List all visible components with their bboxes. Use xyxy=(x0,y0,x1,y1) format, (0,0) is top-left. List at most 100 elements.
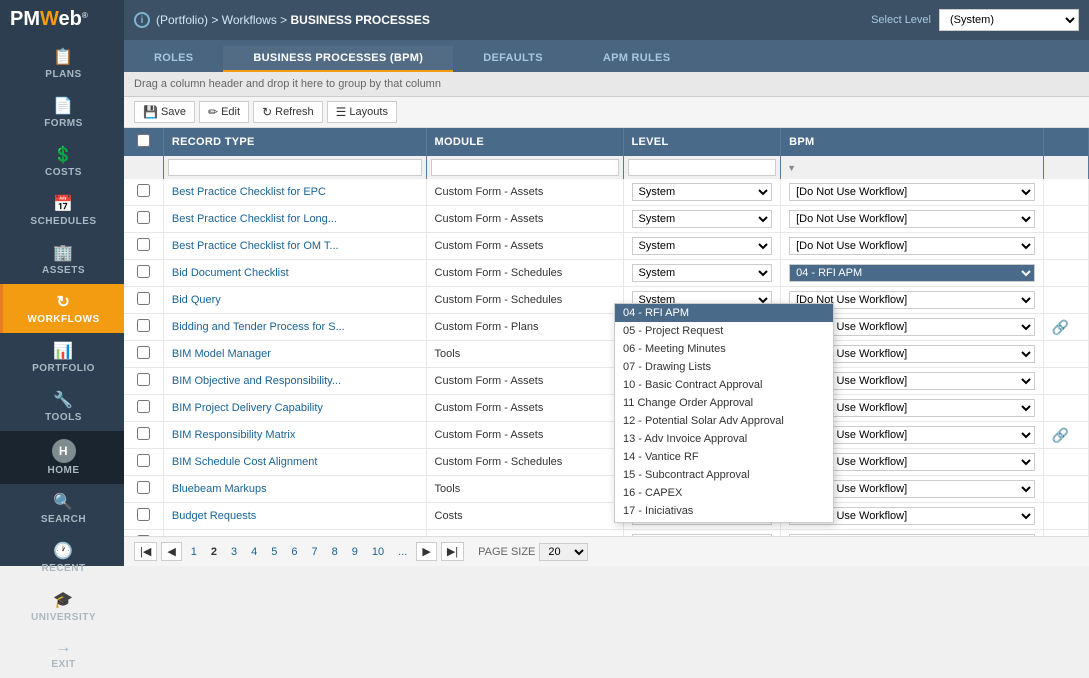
refresh-button[interactable]: ↻ Refresh xyxy=(253,101,323,123)
row-checkbox[interactable] xyxy=(137,508,150,521)
row-checkbox[interactable] xyxy=(137,373,150,386)
row-checkbox[interactable] xyxy=(137,238,150,251)
tab-defaults[interactable]: DEFAULTS xyxy=(453,46,573,72)
bpm-dropdown[interactable]: 04 - RFI APM05 - Project Request06 - Mee… xyxy=(614,303,834,523)
filter-level-input[interactable] xyxy=(628,159,777,176)
pag-page-4[interactable]: 4 xyxy=(246,544,262,560)
dropdown-option[interactable]: 14 - Vantice RF xyxy=(615,448,833,466)
layouts-button[interactable]: ☰ Layouts xyxy=(327,101,397,123)
row-checkbox[interactable] xyxy=(137,481,150,494)
sidebar-item-forms[interactable]: 📄 FORMS xyxy=(0,88,124,137)
row-module: Custom Form - Plans xyxy=(426,314,623,341)
sidebar-item-assets[interactable]: 🏢 ASSETS xyxy=(0,235,124,284)
dropdown-option[interactable]: 15 - Subcontract Approval xyxy=(615,466,833,484)
breadcrumb-sep1: > xyxy=(211,13,221,27)
info-icon[interactable]: i xyxy=(134,12,150,28)
bpm-select-cell[interactable]: [Do Not Use Workflow] xyxy=(789,237,1035,255)
row-checkbox[interactable] xyxy=(137,346,150,359)
dropdown-option[interactable]: 06 - Meeting Minutes xyxy=(615,340,833,358)
record-type-link[interactable]: Best Practice Checklist for Long... xyxy=(172,213,337,225)
pag-page-1[interactable]: 1 xyxy=(186,544,202,560)
record-type-link[interactable]: Best Practice Checklist for EPC xyxy=(172,186,326,198)
row-checkbox[interactable] xyxy=(137,292,150,305)
dropdown-option[interactable]: 17 - Iniciativas xyxy=(615,502,833,520)
dropdown-option[interactable]: 10 - Basic Contract Approval xyxy=(615,376,833,394)
record-type-link[interactable]: Bid Document Checklist xyxy=(172,267,289,279)
pag-page-8[interactable]: 8 xyxy=(327,544,343,560)
pag-page-5[interactable]: 5 xyxy=(266,544,282,560)
link-icon[interactable]: 🔗 xyxy=(1052,427,1069,443)
record-type-link[interactable]: BIM Schedule Cost Alignment xyxy=(172,456,318,468)
save-button[interactable]: 💾 Save xyxy=(134,101,195,123)
row-checkbox[interactable] xyxy=(137,400,150,413)
sidebar-item-exit[interactable]: → EXIT xyxy=(0,631,124,678)
sidebar-item-portfolio[interactable]: 📊 PORTFOLIO xyxy=(0,333,124,382)
tab-roles[interactable]: ROLES xyxy=(124,46,223,72)
pag-page-10[interactable]: 10 xyxy=(367,544,389,560)
dropdown-option[interactable]: 12 - Potential Solar Adv Approval xyxy=(615,412,833,430)
pag-next-button[interactable]: ▶ xyxy=(416,542,436,561)
sidebar-item-university[interactable]: 🎓 UNIVERSITY xyxy=(0,582,124,631)
record-type-link[interactable]: BIM Project Delivery Capability xyxy=(172,402,323,414)
sidebar-item-recent[interactable]: 🕐 RECENT xyxy=(0,533,124,582)
record-type-link[interactable]: Budget Requests xyxy=(172,510,256,522)
pag-first-button[interactable]: |◀ xyxy=(134,542,157,561)
pag-prev-button[interactable]: ◀ xyxy=(161,542,181,561)
level-select-cell[interactable]: System xyxy=(632,210,773,228)
pag-last-button[interactable]: ▶| xyxy=(441,542,464,561)
pag-page-2[interactable]: 2 xyxy=(206,544,222,560)
record-type-link[interactable]: Best Practice Checklist for OM T... xyxy=(172,240,339,252)
row-module: Costs xyxy=(426,530,623,537)
level-select-cell[interactable]: System xyxy=(632,534,773,536)
pag-size-select[interactable]: 20 50 100 xyxy=(539,543,588,561)
level-select-cell[interactable]: System xyxy=(632,183,773,201)
pag-page-7[interactable]: 7 xyxy=(307,544,323,560)
bpm-select-cell[interactable]: 04 - RFI APM xyxy=(789,264,1035,282)
bpm-select-cell[interactable]: [Do Not Use Workflow] xyxy=(789,210,1035,228)
edit-button[interactable]: ✏ Edit xyxy=(199,101,249,123)
record-type-link[interactable]: Bidding and Tender Process for S... xyxy=(172,321,345,333)
sidebar-label-schedules: SCHEDULES xyxy=(30,216,96,227)
level-select-cell[interactable]: System xyxy=(632,237,773,255)
row-checkbox[interactable] xyxy=(137,427,150,440)
filter-level: ▼ xyxy=(623,156,781,179)
link-icon[interactable]: 🔗 xyxy=(1052,319,1069,335)
dropdown-option[interactable]: 18 - Autorizacion7Eleven xyxy=(615,520,833,523)
filter-module-input[interactable] xyxy=(431,159,619,176)
tab-bpm[interactable]: BUSINESS PROCESSES (BPM) xyxy=(223,46,453,72)
bpm-select-cell[interactable]: [Do Not Use Workflow] xyxy=(789,534,1035,536)
row-checkbox[interactable] xyxy=(137,211,150,224)
select-all-checkbox[interactable] xyxy=(137,134,150,147)
row-checkbox[interactable] xyxy=(137,535,150,536)
pag-page-9[interactable]: 9 xyxy=(347,544,363,560)
dropdown-option[interactable]: 11 Change Order Approval xyxy=(615,394,833,412)
level-select-cell[interactable]: System xyxy=(632,264,773,282)
row-checkbox[interactable] xyxy=(137,265,150,278)
record-type-link[interactable]: BIM Objective and Responsibility... xyxy=(172,375,341,387)
record-type-link[interactable]: BIM Responsibility Matrix xyxy=(172,429,295,441)
sidebar-item-workflows[interactable]: ↻ WORKFLOWS xyxy=(0,284,124,333)
record-type-link[interactable]: Bid Query xyxy=(172,294,221,306)
sidebar-item-search[interactable]: 🔍 SEARCH xyxy=(0,484,124,533)
pag-page-6[interactable]: 6 xyxy=(286,544,302,560)
sidebar-item-plans[interactable]: 📋 PLANS xyxy=(0,39,124,88)
sidebar-item-schedules[interactable]: 📅 SCHEDULES xyxy=(0,186,124,235)
dropdown-option[interactable]: 04 - RFI APM xyxy=(615,304,833,322)
filter-record-type-input[interactable] xyxy=(168,159,422,176)
dropdown-option[interactable]: 16 - CAPEX xyxy=(615,484,833,502)
dropdown-option[interactable]: 07 - Drawing Lists xyxy=(615,358,833,376)
sidebar-item-tools[interactable]: 🔧 TOOLS xyxy=(0,382,124,431)
row-checkbox[interactable] xyxy=(137,184,150,197)
record-type-link[interactable]: BIM Model Manager xyxy=(172,348,271,360)
row-checkbox[interactable] xyxy=(137,454,150,467)
tab-apm-rules[interactable]: APM RULES xyxy=(573,46,700,72)
sidebar-item-costs[interactable]: 💲 COSTS xyxy=(0,137,124,186)
bpm-select-cell[interactable]: [Do Not Use Workflow] xyxy=(789,183,1035,201)
sidebar-item-home[interactable]: H HOME xyxy=(0,431,124,484)
pag-page-3[interactable]: 3 xyxy=(226,544,242,560)
record-type-link[interactable]: Bluebeam Markups xyxy=(172,483,267,495)
dropdown-option[interactable]: 13 - Adv Invoice Approval xyxy=(615,430,833,448)
row-checkbox[interactable] xyxy=(137,319,150,332)
level-select[interactable]: (System) xyxy=(939,9,1079,31)
dropdown-option[interactable]: 05 - Project Request xyxy=(615,322,833,340)
